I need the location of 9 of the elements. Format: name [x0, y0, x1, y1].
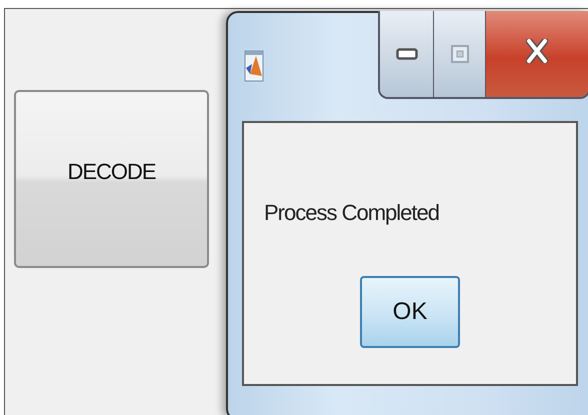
close-button[interactable] [486, 11, 588, 97]
minimize-button[interactable] [380, 11, 434, 97]
decode-button[interactable]: DECODE [14, 90, 209, 268]
minimize-icon [396, 48, 418, 60]
app-icon [244, 50, 264, 82]
message-text: Process Completed [264, 200, 439, 225]
ok-button[interactable]: OK [360, 276, 460, 348]
maximize-icon [450, 45, 468, 63]
close-icon [526, 39, 548, 63]
